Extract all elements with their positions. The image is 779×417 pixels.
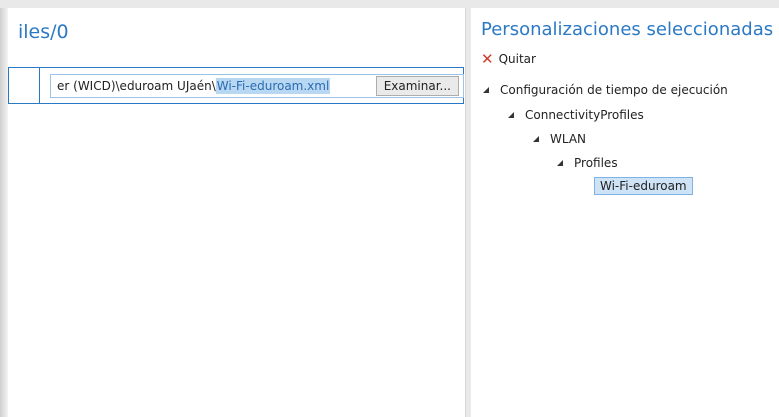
- file-path-input[interactable]: er (WICD)\eduroam UJaén\ Wi-Fi-eduroam.xm…: [50, 74, 464, 98]
- expanded-triangle-icon[interactable]: [508, 112, 514, 118]
- customization-editor-panel: iles/0 er (WICD)\eduroam UJaén\ Wi-Fi-edu…: [0, 8, 466, 417]
- tree-item-wlan[interactable]: WLAN: [533, 132, 586, 146]
- tree-item-wifi-eduroam[interactable]: Wi-Fi-eduroam: [594, 177, 693, 195]
- file-path-selection: Wi-Fi-eduroam.xml: [215, 78, 331, 94]
- remove-label: Quitar: [498, 52, 536, 66]
- selected-customizations-panel: Personalizaciones seleccionadas ✕ Quitar…: [471, 8, 779, 417]
- file-path-text: er (WICD)\eduroam UJaén\: [57, 79, 216, 93]
- setting-path-title: iles/0: [18, 21, 69, 43]
- expanded-triangle-icon[interactable]: [557, 160, 563, 166]
- file-setting-row: er (WICD)\eduroam UJaén\ Wi-Fi-eduroam.xm…: [8, 67, 464, 104]
- tree-item-label: ConnectivityProfiles: [525, 108, 644, 122]
- expanded-triangle-icon[interactable]: [483, 87, 489, 93]
- tree-item-connectivityprofiles[interactable]: ConnectivityProfiles: [508, 108, 644, 122]
- panel-title: Personalizaciones seleccionadas: [481, 19, 774, 40]
- tree-item-label: Configuración de tiempo de ejecución: [500, 83, 728, 97]
- tree-item-profiles[interactable]: Profiles: [557, 156, 618, 170]
- close-icon: ✕: [481, 50, 494, 68]
- row-divider: [39, 68, 40, 103]
- tree-item-runtime-settings[interactable]: Configuración de tiempo de ejecución: [483, 83, 728, 97]
- tree-item-label: WLAN: [550, 132, 587, 146]
- remove-button[interactable]: ✕ Quitar: [481, 50, 536, 68]
- panel-edge: [0, 8, 8, 417]
- browse-button[interactable]: Examinar...: [375, 76, 459, 96]
- expanded-triangle-icon[interactable]: [533, 136, 539, 142]
- tree-item-label: Profiles: [574, 156, 618, 170]
